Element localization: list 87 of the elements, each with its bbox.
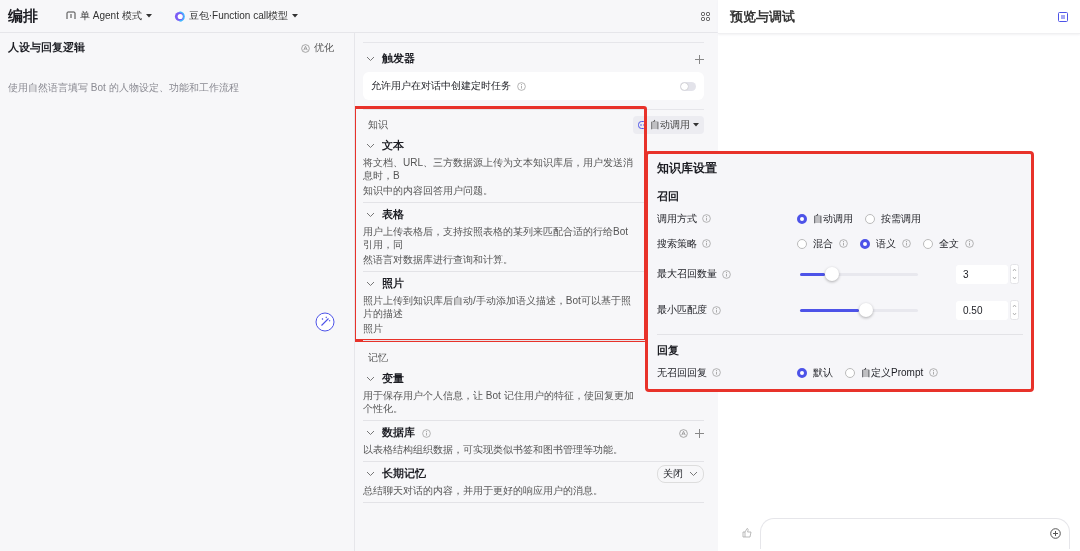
item-description: 总结聊天对话的内容，并用于更好的响应用户的消息。	[363, 484, 604, 497]
caret-icon	[292, 14, 299, 18]
status-dropdown[interactable]: 关闭	[657, 465, 704, 483]
section-title: 回复	[657, 343, 680, 358]
option-label[interactable]: 默认	[813, 365, 833, 380]
section-title[interactable]: 触发器	[382, 52, 415, 66]
document-icon[interactable]	[1058, 11, 1068, 22]
optimize-button[interactable]: 优化	[301, 41, 334, 55]
item-description: 然语言对数据库进行查询和计算。	[363, 253, 514, 266]
chevron-down-icon[interactable]	[366, 281, 375, 287]
model-dropdown[interactable]: 豆包·Function call模型	[173, 9, 299, 23]
section-title: 召回	[657, 189, 680, 204]
mode-dropdown[interactable]: 自动调用	[633, 116, 704, 134]
option-label[interactable]: 语义	[876, 236, 896, 251]
item-description: 用于保存用户个人信息，让 Bot 记住用户的特征，使回复更加个性化。	[363, 389, 635, 415]
radio-button[interactable]	[797, 238, 807, 249]
info-icon	[722, 269, 731, 279]
slider-fill[interactable]	[800, 308, 859, 312]
slider-thumb[interactable]	[824, 267, 839, 281]
chevron-down-icon[interactable]	[366, 56, 375, 62]
option-label[interactable]: 自动调用	[813, 211, 853, 226]
info-icon	[702, 214, 711, 223]
item-title[interactable]: 照片	[382, 277, 404, 291]
info-icon	[712, 305, 721, 315]
add-icon[interactable]	[695, 428, 704, 438]
slider-fill[interactable]	[800, 272, 825, 276]
option-label[interactable]: 全文	[939, 236, 959, 251]
group-label: 知识	[368, 118, 388, 132]
setting-label: 搜索策略	[657, 236, 697, 251]
agent-mode-dropdown[interactable]: 单 Agent 模式	[66, 9, 152, 23]
chevron-down-icon[interactable]	[366, 430, 375, 436]
radio-button[interactable]	[860, 238, 870, 249]
radio-button[interactable]	[797, 367, 807, 378]
radio-button[interactable]	[923, 238, 933, 249]
thumb-icon[interactable]	[742, 528, 752, 538]
chevron-down-icon[interactable]	[366, 212, 375, 218]
option-label[interactable]: 混合	[813, 236, 833, 251]
robot-icon	[638, 121, 647, 129]
number-field[interactable]: 0.50	[956, 300, 1008, 320]
option-label: 允许用户在对话中创建定时任务	[371, 79, 511, 93]
item-description: 照片	[363, 322, 384, 335]
item-description: 将文档、URL、三方数据源上传为文本知识库后，用户发送消息时，B	[363, 156, 634, 182]
chevron-down-icon[interactable]	[689, 471, 698, 477]
setting-label: 最小匹配度	[657, 303, 707, 317]
page-title: 编排	[8, 6, 38, 26]
group-label: 记忆	[368, 351, 388, 365]
option-label[interactable]: 按需调用	[881, 211, 921, 226]
item-description: 用户上传表格后，支持按照表格的某列来匹配合适的行给Bot引用，同	[363, 225, 629, 251]
slider-thumb[interactable]	[859, 303, 873, 317]
info-icon	[712, 368, 721, 377]
magic-wand-icon[interactable]	[315, 312, 335, 332]
item-title[interactable]: 表格	[382, 208, 404, 222]
caret-icon	[693, 123, 699, 127]
item-title[interactable]: 数据库	[382, 426, 415, 440]
optimize-icon	[301, 43, 310, 53]
item-description: 以表格结构组织数据，可实现类似书签和图书管理等功能。	[363, 443, 624, 456]
setting-label: 无召回回复	[657, 365, 707, 380]
item-title[interactable]: 文本	[382, 139, 404, 153]
setting-label: 调用方式	[657, 211, 697, 226]
caret-icon	[145, 14, 152, 18]
add-circle-icon[interactable]	[1050, 528, 1061, 539]
info-icon	[517, 81, 526, 91]
model-logo-icon	[173, 10, 185, 22]
layout-grid-icon[interactable]	[701, 11, 710, 21]
item-title[interactable]: 长期记忆	[382, 467, 426, 481]
info-icon	[422, 428, 431, 438]
section-title: 人设与回复逻辑	[8, 41, 85, 55]
popover-title: 知识库设置	[657, 160, 718, 177]
panel-title: 预览与调试	[730, 7, 795, 26]
add-icon[interactable]	[695, 54, 704, 64]
chevron-down-icon[interactable]	[366, 376, 375, 382]
option-label[interactable]: 自定义Prompt	[861, 365, 924, 380]
radio-button[interactable]	[845, 367, 855, 378]
message-input[interactable]	[760, 517, 1070, 549]
radio-button[interactable]	[865, 213, 875, 224]
chevron-down-icon[interactable]	[366, 143, 375, 149]
number-field[interactable]: 3	[956, 264, 1008, 284]
toggle-switch[interactable]	[680, 81, 696, 91]
radio-button[interactable]	[797, 213, 807, 224]
item-description: 知识中的内容回答用户问题。	[363, 184, 494, 197]
info-icon	[702, 239, 711, 248]
item-description: 照片上传到知识库后自动/手动添加语义描述，Bot可以基于照片的描述	[363, 294, 632, 320]
item-title[interactable]: 变量	[382, 372, 404, 386]
chevron-down-icon[interactable]	[366, 471, 375, 477]
auto-icon[interactable]	[679, 428, 688, 438]
setting-label: 最大召回数量	[657, 267, 717, 281]
agent-icon	[66, 11, 76, 21]
